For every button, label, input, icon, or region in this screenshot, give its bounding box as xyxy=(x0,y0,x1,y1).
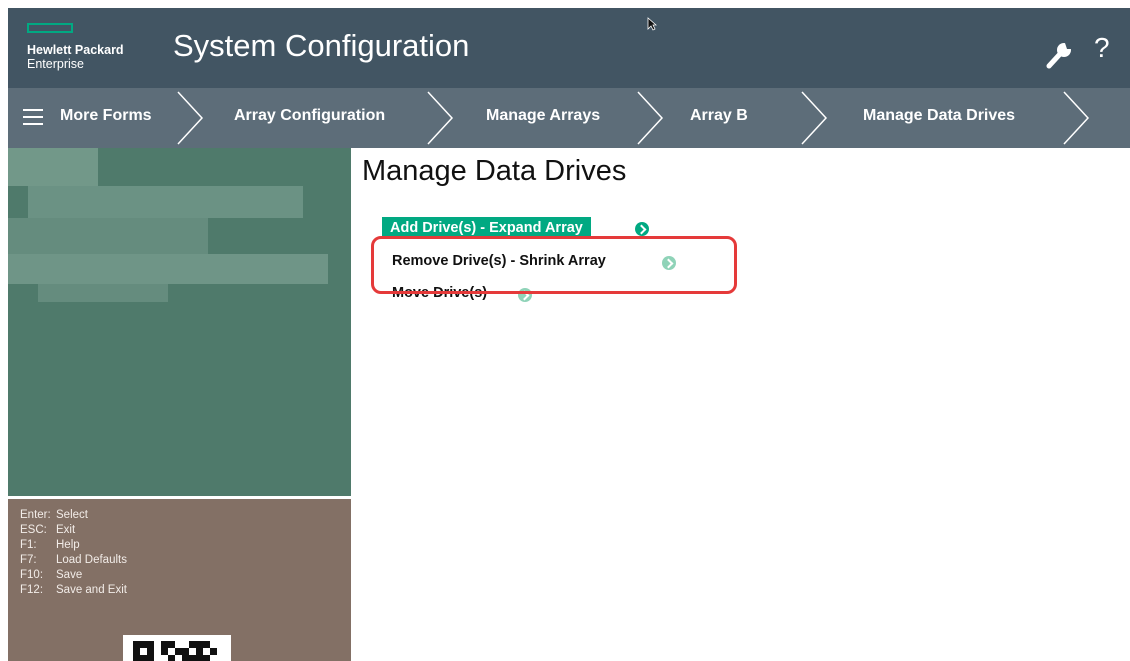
blurred-block xyxy=(8,218,208,254)
key-name: ESC: xyxy=(20,524,47,536)
breadcrumb-item-array-configuration[interactable]: Array Configuration xyxy=(234,107,385,125)
app-title: System Configuration xyxy=(173,28,470,63)
blurred-block xyxy=(8,148,98,186)
hpe-logo-mark xyxy=(27,23,73,33)
key-action: Save and Exit xyxy=(56,584,127,596)
wrench-icon[interactable] xyxy=(1046,41,1072,69)
key-name: F1: xyxy=(20,539,37,551)
blurred-block xyxy=(38,284,168,302)
key-name: Enter: xyxy=(20,509,51,521)
key-legend: Enter: Select ESC: Exit F1: Help F7: Loa… xyxy=(20,509,127,599)
key-name: F10: xyxy=(20,569,44,581)
key-action: Exit xyxy=(56,524,76,536)
cropped-top-strip xyxy=(0,0,1130,8)
annotation-highlight-box xyxy=(371,236,737,294)
key-row: F7: Load Defaults xyxy=(20,554,127,569)
page-title: Manage Data Drives xyxy=(362,155,627,187)
key-row: F10: Save xyxy=(20,569,127,584)
key-name: F7: xyxy=(20,554,37,566)
key-help-panel: Enter: Select ESC: Exit F1: Help F7: Loa… xyxy=(8,499,351,661)
key-row: Enter: Select xyxy=(20,509,127,524)
blurred-block xyxy=(8,254,328,284)
go-arrow-icon[interactable] xyxy=(635,222,649,236)
more-forms-link[interactable]: More Forms xyxy=(60,107,152,125)
breadcrumb-item-manage-data-drives[interactable]: Manage Data Drives xyxy=(863,107,1015,125)
logo-text-line2: Enterprise xyxy=(27,57,84,71)
menu-icon[interactable] xyxy=(23,109,43,125)
qr-code-icon xyxy=(123,635,231,661)
key-action: Save xyxy=(56,569,83,581)
logo-text-line1: Hewlett Packard xyxy=(27,43,124,57)
key-row: F1: Help xyxy=(20,539,127,554)
hpe-logo: Hewlett Packard Enterprise xyxy=(27,23,167,79)
breadcrumb-item-manage-arrays[interactable]: Manage Arrays xyxy=(486,107,600,125)
key-row: F12: Save and Exit xyxy=(20,584,127,599)
mouse-cursor xyxy=(647,17,657,31)
blurred-block xyxy=(28,186,303,218)
help-icon[interactable]: ? xyxy=(1094,32,1110,64)
option-label: Add Drive(s) - Expand Array xyxy=(390,220,583,236)
key-action: Help xyxy=(56,539,80,551)
breadcrumb: More Forms Array Configuration Manage Ar… xyxy=(8,88,1130,148)
app-header: Hewlett Packard Enterprise System Config… xyxy=(8,8,1130,88)
breadcrumb-item-array-b[interactable]: Array B xyxy=(690,107,748,125)
system-info-panel xyxy=(8,148,351,496)
key-name: F12: xyxy=(20,584,44,596)
key-row: ESC: Exit xyxy=(20,524,127,539)
key-action: Select xyxy=(56,509,88,521)
key-action: Load Defaults xyxy=(56,554,127,566)
